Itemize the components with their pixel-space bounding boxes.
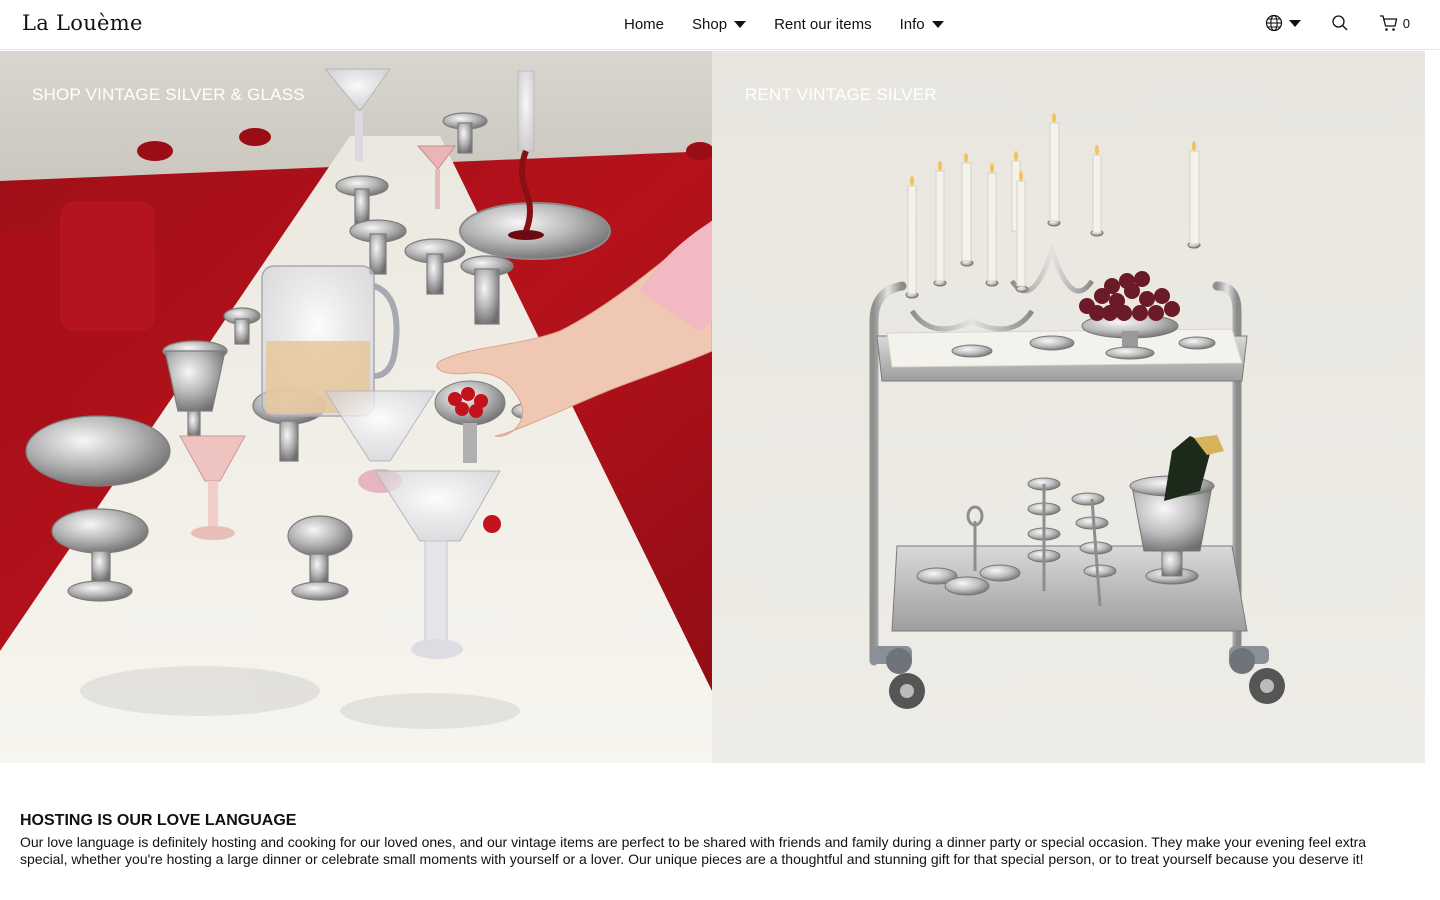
table-setting-image: [0, 51, 712, 763]
shop-hero-panel[interactable]: SHOP VINTAGE SILVER & GLASS: [0, 51, 712, 763]
search-icon: [1332, 15, 1348, 31]
chevron-down-icon: [931, 21, 944, 28]
header-tools: 0: [1235, 14, 1410, 32]
language-selector[interactable]: [1265, 14, 1301, 32]
about-section: HOSTING IS OUR LOVE LANGUAGE Our love la…: [20, 812, 1400, 868]
chevron-down-icon: [734, 21, 747, 28]
nav-shop[interactable]: Shop: [692, 16, 747, 33]
cart-icon: [1379, 15, 1398, 31]
nav-info-label: Info: [899, 16, 925, 33]
rent-hero-label[interactable]: RENT VINTAGE SILVER: [745, 85, 937, 105]
nav-rent[interactable]: Rent our items: [774, 16, 872, 33]
about-text: Our love language is definitely hosting …: [20, 834, 1367, 867]
nav-info[interactable]: Info: [900, 16, 944, 33]
cart-button[interactable]: 0: [1379, 14, 1410, 32]
search-button[interactable]: [1331, 14, 1349, 32]
nav-shop-label: Shop: [692, 16, 728, 33]
shop-hero-label[interactable]: SHOP VINTAGE SILVER & GLASS: [32, 85, 305, 105]
main-nav: Home Shop Rent our items Info: [624, 16, 972, 33]
rent-hero-panel[interactable]: RENT VINTAGE SILVER: [712, 51, 1425, 763]
brand-logo[interactable]: La Louème: [22, 11, 143, 35]
chevron-down-icon: [1288, 19, 1301, 27]
silver-trolley-image: [712, 51, 1425, 763]
site-header: La Louème Home Shop Rent our items Info: [0, 0, 1440, 50]
globe-icon: [1265, 14, 1282, 32]
nav-rent-label: Rent our items: [774, 16, 872, 33]
nav-home-label: Home: [624, 16, 665, 33]
about-title: HOSTING IS OUR LOVE LANGUAGE: [20, 812, 297, 829]
cart-count: 0: [1402, 15, 1410, 31]
nav-home[interactable]: Home: [624, 16, 664, 33]
